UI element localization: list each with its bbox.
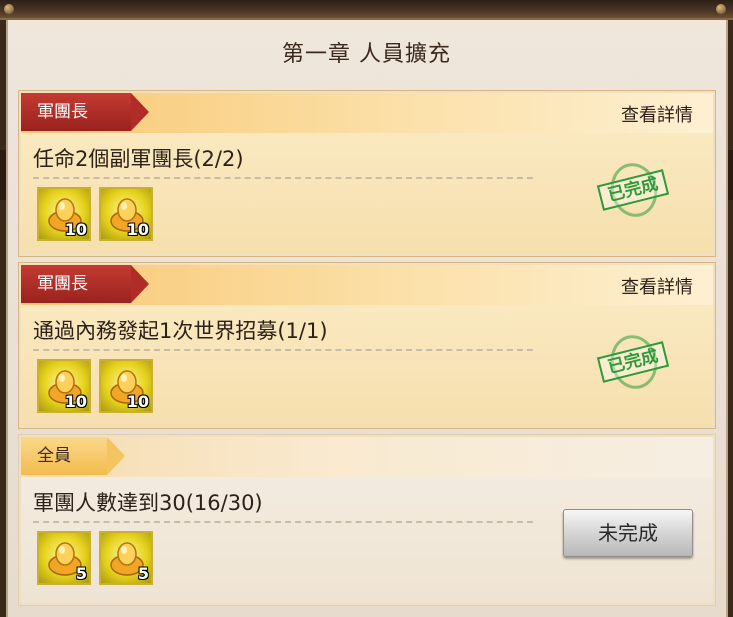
frame-bolt <box>716 4 726 14</box>
reward-count: 5 <box>137 564 149 583</box>
reward-item[interactable]: 10 <box>99 359 153 413</box>
task-description: 通過內務發起1次世界招募(1/1) <box>33 319 328 343</box>
task-tag: 軍團長 <box>21 93 149 131</box>
task-description: 任命2個副軍團長(2/2) <box>33 147 244 171</box>
reward-item[interactable]: 5 <box>99 531 153 585</box>
frame-bolt <box>4 4 14 14</box>
task-tag: 全員 <box>21 437 125 475</box>
reward-count: 10 <box>64 220 87 239</box>
task-tag: 軍團長 <box>21 265 149 303</box>
reward-item[interactable]: 10 <box>99 187 153 241</box>
divider <box>33 521 533 523</box>
reward-count: 10 <box>126 220 149 239</box>
reward-count: 10 <box>64 392 87 411</box>
reward-item[interactable]: 10 <box>37 359 91 413</box>
completed-stamp: 已完成 <box>581 330 677 394</box>
reward-list: 10 10 <box>37 187 153 241</box>
reward-item[interactable]: 5 <box>37 531 91 585</box>
reward-list: 10 10 <box>37 359 153 413</box>
incomplete-button[interactable]: 未完成 <box>563 509 693 557</box>
reward-list: 5 5 <box>37 531 153 585</box>
task-card: 軍團長 查看詳情 通過內務發起1次世界招募(1/1) 10 10 已完成 <box>18 262 716 429</box>
reward-item[interactable]: 10 <box>37 187 91 241</box>
divider <box>33 177 533 179</box>
view-details-link[interactable]: 查看詳情 <box>621 101 693 127</box>
task-description: 軍團人數達到30(16/30) <box>33 491 263 515</box>
task-card: 全員 軍團人數達到30(16/30) 5 5 未完成 <box>18 434 716 606</box>
reward-count: 5 <box>75 564 87 583</box>
view-details-link[interactable]: 查看詳情 <box>621 273 693 299</box>
task-card: 軍團長 查看詳情 任命2個副軍團長(2/2) 10 10 已完成 <box>18 90 716 257</box>
reward-count: 10 <box>126 392 149 411</box>
chapter-title: 第一章 人員擴充 <box>282 42 451 67</box>
completed-stamp: 已完成 <box>581 158 677 222</box>
divider <box>33 349 533 351</box>
window-top-frame <box>0 0 733 20</box>
